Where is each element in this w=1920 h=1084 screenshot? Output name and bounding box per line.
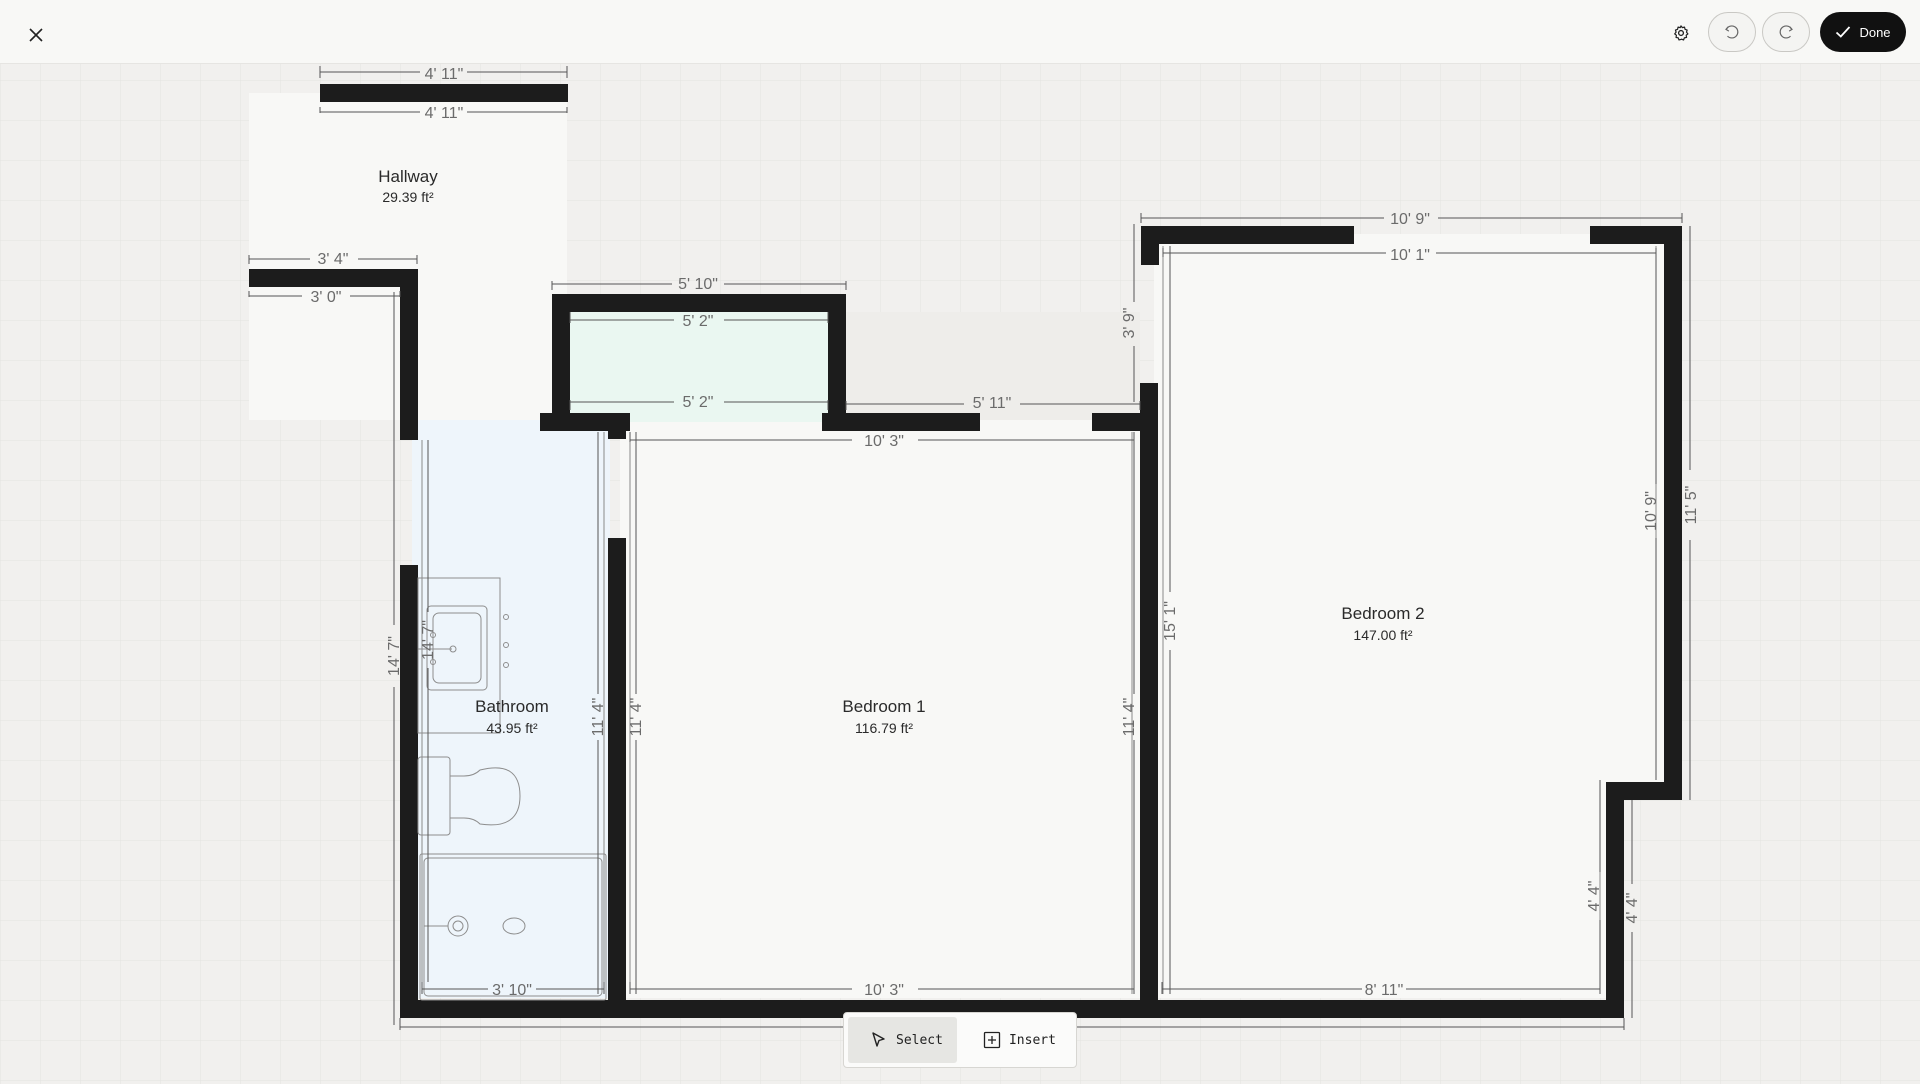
dim-label: 5' 2"	[683, 394, 714, 411]
dim-label: 11' 4"	[590, 698, 607, 737]
dim-label: 10' 9"	[1390, 211, 1430, 228]
room-area: 147.00 ft²	[1353, 627, 1412, 643]
dim-label: 3' 4"	[318, 251, 349, 268]
dim-label: 5' 11"	[973, 395, 1012, 412]
floor-plan-canvas[interactable]: 4' 11" 4' 11" 3' 4" 3' 0" 5' 10" 5' 2" 5…	[0, 63, 1920, 1084]
dim-label: 10' 3"	[864, 982, 904, 999]
wall[interactable]	[1606, 782, 1624, 1018]
settings-button[interactable]	[1664, 16, 1698, 50]
dim-label: 4' 11"	[425, 66, 464, 83]
dim-label: 15' 1"	[1162, 601, 1179, 641]
wall[interactable]	[400, 269, 418, 440]
insert-tool-button[interactable]: Insert	[961, 1017, 1070, 1063]
wall[interactable]	[608, 538, 626, 1018]
dim-label: 11' 4"	[628, 698, 645, 737]
dim-label: 3' 10"	[492, 982, 532, 999]
room-area: 43.95 ft²	[486, 720, 538, 736]
wall[interactable]	[249, 269, 417, 287]
cursor-icon	[872, 1032, 885, 1047]
plus-square-icon	[983, 1031, 1001, 1049]
wall[interactable]	[552, 294, 570, 426]
dim-label: 8' 11"	[1365, 982, 1404, 999]
dim-label: 10' 3"	[864, 433, 904, 450]
wall[interactable]	[1140, 383, 1158, 1018]
wall[interactable]	[1141, 226, 1354, 244]
dim-label: 4' 11"	[425, 105, 464, 122]
dim-label: 3' 0"	[311, 289, 342, 306]
wall[interactable]	[1664, 226, 1682, 800]
undo-icon	[1725, 25, 1739, 39]
floor-plan: 4' 11" 4' 11" 3' 4" 3' 0" 5' 10" 5' 2" 5…	[0, 63, 1920, 1084]
wall[interactable]	[828, 294, 846, 426]
bottom-toolbar: Select Insert	[843, 1012, 1077, 1068]
insert-label: Insert	[1008, 1032, 1056, 1048]
dim-label: 11' 4"	[1121, 698, 1138, 737]
dim-label: 5' 2"	[683, 313, 714, 330]
gear-icon	[1674, 25, 1689, 41]
dim-label: 14' 7"	[386, 636, 403, 676]
undo-button[interactable]	[1708, 12, 1756, 52]
wall[interactable]	[822, 413, 980, 431]
top-bar: Done	[0, 0, 1920, 64]
dim-label: 4' 4"	[1624, 893, 1641, 924]
done-label: Done	[1859, 24, 1891, 40]
redo-icon	[1779, 25, 1793, 39]
done-button[interactable]: Done	[1820, 12, 1906, 52]
room-name: Bedroom 2	[1341, 604, 1424, 623]
wall[interactable]	[320, 84, 568, 102]
room-name: Bedroom 1	[842, 697, 925, 716]
dim-label: 14' 7"	[420, 620, 437, 660]
dim-label: 10' 9"	[1643, 491, 1660, 531]
room-name: Bathroom	[475, 697, 549, 716]
wall[interactable]	[400, 565, 418, 1018]
wall[interactable]	[1141, 226, 1159, 265]
dim-label: 4' 4"	[1586, 881, 1603, 912]
close-icon	[29, 28, 43, 42]
room-area: 116.79 ft²	[855, 720, 913, 736]
select-tool-button[interactable]: Select	[848, 1017, 957, 1063]
close-button[interactable]	[20, 19, 52, 51]
wall[interactable]	[552, 294, 846, 312]
dim-label: 11' 5"	[1683, 486, 1700, 525]
wall[interactable]	[608, 413, 626, 439]
room-area: 29.39 ft²	[382, 189, 434, 205]
select-label: Select	[896, 1032, 943, 1048]
dim-label: 5' 10"	[678, 276, 718, 293]
dim-label: 3' 9"	[1121, 308, 1138, 339]
redo-button[interactable]	[1762, 12, 1810, 52]
dim-label: 10' 1"	[1390, 247, 1430, 264]
check-icon	[1836, 26, 1851, 38]
room-name: Hallway	[378, 167, 438, 186]
